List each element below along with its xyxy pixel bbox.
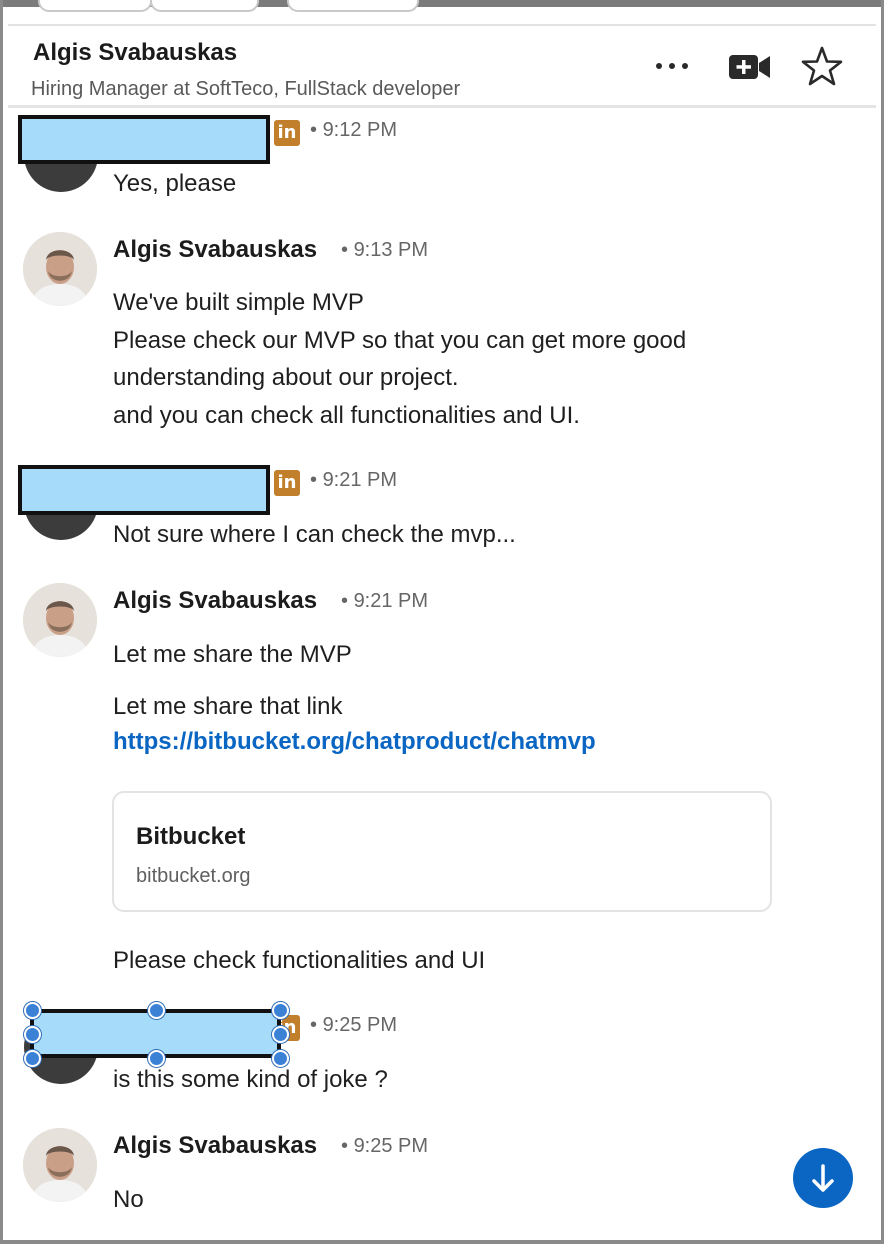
window-frame bbox=[0, 0, 884, 1244]
